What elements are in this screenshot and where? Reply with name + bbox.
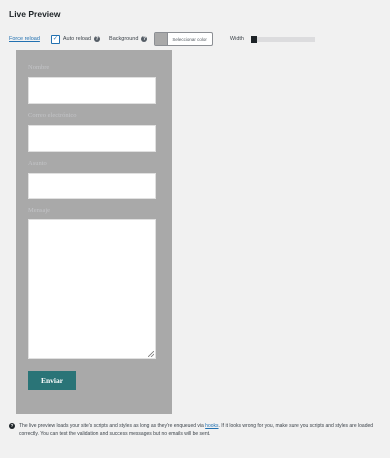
message-textarea[interactable] [28, 219, 156, 359]
help-icon[interactable]: ? [141, 36, 148, 42]
info-notice: ? The live preview loads your site's scr… [9, 422, 389, 438]
subject-field[interactable] [28, 173, 156, 199]
preview-toolbar: Force reload ✓ Auto reload ? Background … [9, 32, 315, 46]
submit-button[interactable]: Enviar [28, 371, 76, 390]
slider-handle[interactable] [250, 35, 257, 43]
subject-label: Asunto [28, 160, 47, 167]
resize-handle-icon[interactable] [148, 351, 154, 357]
form-preview: Nombre Correo electrónico Asunto Mensaje… [16, 50, 172, 414]
auto-reload-checkbox[interactable]: ✓ [50, 34, 60, 44]
message-label: Mensaje [28, 207, 51, 214]
force-reload-link[interactable]: Force reload [9, 36, 40, 42]
name-label: Nombre [28, 64, 50, 71]
hooks-link[interactable]: hooks [205, 423, 218, 429]
info-text-part: The live preview loads your site's scrip… [19, 423, 206, 429]
background-color-picker[interactable]: Seleccionar color [154, 32, 213, 46]
color-swatch [155, 33, 169, 45]
info-icon: ? [9, 423, 15, 429]
checkmark-icon: ✓ [52, 36, 58, 42]
email-field[interactable] [28, 125, 156, 152]
background-label: Background [109, 36, 139, 42]
help-icon[interactable]: ? [94, 36, 101, 42]
info-text: The live preview loads your site's scrip… [19, 422, 389, 438]
name-field[interactable] [28, 77, 156, 104]
width-label: Width [229, 36, 244, 42]
auto-reload-label: Auto reload [62, 36, 92, 42]
width-slider[interactable] [250, 35, 315, 43]
select-color-button[interactable]: Seleccionar color [168, 33, 212, 45]
email-label: Correo electrónico [28, 112, 77, 119]
panel-title: Live Preview [9, 9, 61, 19]
